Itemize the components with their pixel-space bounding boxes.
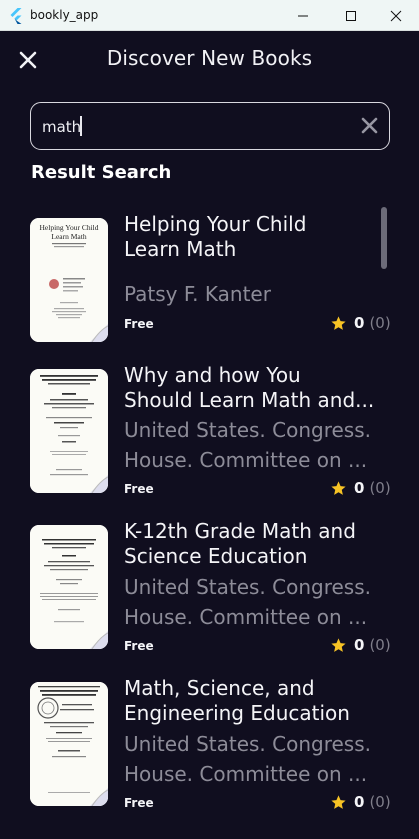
book-author-line: House. Committee on ... [124, 762, 368, 786]
svg-text:Learn Math: Learn Math [51, 232, 86, 241]
book-title[interactable]: Why and how You Should Learn Math and... [124, 363, 394, 413]
maximize-icon [346, 10, 356, 21]
window-close-button[interactable] [373, 0, 419, 31]
book-rating: 0 (0) [330, 314, 391, 332]
book-author: United States. Congress. House. Committe… [124, 415, 392, 475]
book-item[interactable]: Helping Your Child Learn Math Helping Yo… [0, 212, 419, 348]
rating-value: 0 [354, 479, 365, 497]
search-input[interactable] [42, 115, 342, 139]
book-author-line: House. Committee on ... [124, 448, 368, 472]
window-close-icon [390, 10, 402, 21]
book-cover-image [30, 682, 108, 806]
book-title[interactable]: Helping Your Child Learn Math [124, 212, 394, 262]
book-title-line: Learn Math [124, 237, 237, 261]
star-icon [331, 480, 346, 495]
search-box[interactable] [30, 102, 390, 150]
book-author: Patsy F. Kanter [124, 279, 392, 309]
book-price: Free [124, 796, 154, 810]
book-author-line: United States. Congress. [124, 732, 372, 756]
book-cover-image: Helping Your Child Learn Math [30, 218, 108, 342]
window-titlebar: bookly_app [0, 0, 419, 31]
rating-count: (0) [369, 479, 391, 497]
book-cover[interactable] [30, 369, 108, 493]
book-price: Free [124, 317, 154, 331]
minimize-button[interactable] [280, 0, 326, 31]
book-title-line: Helping Your Child [124, 212, 307, 236]
book-author-line: Patsy F. Kanter [124, 282, 271, 306]
book-title-line: Math, Science, and [124, 676, 315, 700]
window-title: bookly_app [30, 8, 99, 22]
book-price: Free [124, 639, 154, 653]
book-cover[interactable] [30, 525, 108, 649]
minimize-icon [298, 15, 308, 16]
text-caret [80, 116, 82, 136]
rating-count: (0) [369, 793, 391, 811]
book-title-line: Science Education [124, 544, 308, 568]
book-cover-image [30, 369, 108, 493]
book-item[interactable]: K-12th Grade Math and Science Education … [0, 519, 419, 655]
star-icon [331, 315, 346, 330]
star-icon [331, 637, 346, 652]
book-cover-image [30, 525, 108, 649]
section-title: Result Search [31, 162, 172, 183]
book-item[interactable]: Math, Science, and Engineering Education… [0, 676, 419, 812]
book-title-line: Why and how You [124, 363, 301, 387]
book-author-line: House. Committee on ... [124, 605, 368, 629]
book-title[interactable]: Math, Science, and Engineering Education [124, 676, 394, 726]
page-title: Discover New Books [106, 46, 313, 70]
rating-value: 0 [354, 314, 365, 332]
book-rating: 0 (0) [330, 636, 391, 654]
book-author: United States. Congress. House. Committe… [124, 729, 392, 789]
book-title-line: Engineering Education [124, 701, 350, 725]
book-rating: 0 (0) [330, 479, 391, 497]
clear-search-icon[interactable] [361, 117, 378, 134]
book-author-line: United States. Congress. [124, 575, 372, 599]
rating-count: (0) [369, 636, 391, 654]
maximize-button[interactable] [328, 0, 374, 31]
book-author: United States. Congress. House. Committe… [124, 572, 392, 632]
book-title-line: Should Learn Math and... [124, 388, 375, 412]
flutter-logo-icon [10, 8, 22, 24]
book-title[interactable]: K-12th Grade Math and Science Education [124, 519, 394, 569]
book-price: Free [124, 482, 154, 496]
book-title-line: K-12th Grade Math and [124, 519, 356, 543]
svg-text:Helping Your Child: Helping Your Child [40, 223, 99, 232]
book-item[interactable]: Why and how You Should Learn Math and...… [0, 363, 419, 499]
rating-value: 0 [354, 636, 365, 654]
rating-count: (0) [369, 314, 391, 332]
book-author-line: United States. Congress. [124, 418, 372, 442]
book-cover[interactable]: Helping Your Child Learn Math [30, 218, 108, 342]
book-rating: 0 (0) [330, 793, 391, 811]
book-cover[interactable] [30, 682, 108, 806]
star-icon [331, 794, 346, 809]
rating-value: 0 [354, 793, 365, 811]
